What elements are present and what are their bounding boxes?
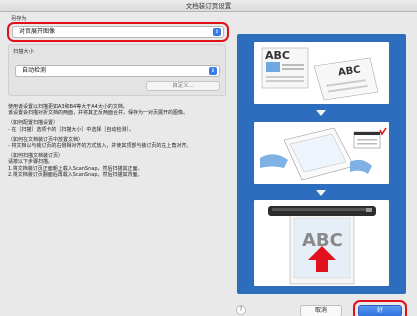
doc-label-3: ABC (302, 230, 343, 251)
help-button[interactable]: ? (236, 305, 246, 315)
illustration-card-carrier (254, 122, 389, 184)
scan-size-value: 自动检测 (22, 67, 47, 74)
illustration-card-pages: ABC ABC (254, 42, 389, 104)
chevron-updown-icon: ⇕ (213, 28, 221, 36)
arrow-down-icon (316, 190, 326, 196)
scan-size-label: 扫描大小 (13, 49, 34, 55)
doc-label-1: ABC (265, 49, 290, 62)
scan-size-select[interactable]: 自动检测 ⇕ (15, 65, 220, 77)
description-text: 使用该设置以扫描更如A3和B4等大于A4大小的文档。 该设置会扫描对折文档的两面… (8, 104, 226, 222)
cancel-button[interactable]: 取消 (300, 305, 342, 316)
desc-line: 2.将文档装订页翻面后再载入ScanSnap，然后扫描其背面。 (8, 171, 143, 178)
dialog-body: 另存为 对页展开图像 ⇕ 扫描大小 自动检测 ⇕ 自定义... 使用该设置以扫描… (0, 12, 417, 316)
chevron-updown-icon: ⇕ (209, 67, 217, 75)
arrow-down-icon (316, 110, 326, 116)
illustration-panel: ABC ABC ABC (237, 34, 406, 294)
window-title: 文档装订页设置 (0, 0, 417, 12)
ok-button[interactable]: 好 (358, 305, 402, 316)
save-as-label: 另存为 (11, 16, 27, 22)
carrier-sheet-illustration (260, 127, 387, 181)
save-as-select[interactable]: 对页展开图像 ⇕ (12, 26, 224, 38)
save-as-value: 对页展开图像 (19, 28, 56, 35)
illustration-card-scanner: ABC (254, 200, 389, 286)
scan-size-group: 扫描大小 自动检测 ⇕ 自定义... (8, 44, 226, 96)
custom-size-button[interactable]: 自定义... (146, 81, 220, 91)
